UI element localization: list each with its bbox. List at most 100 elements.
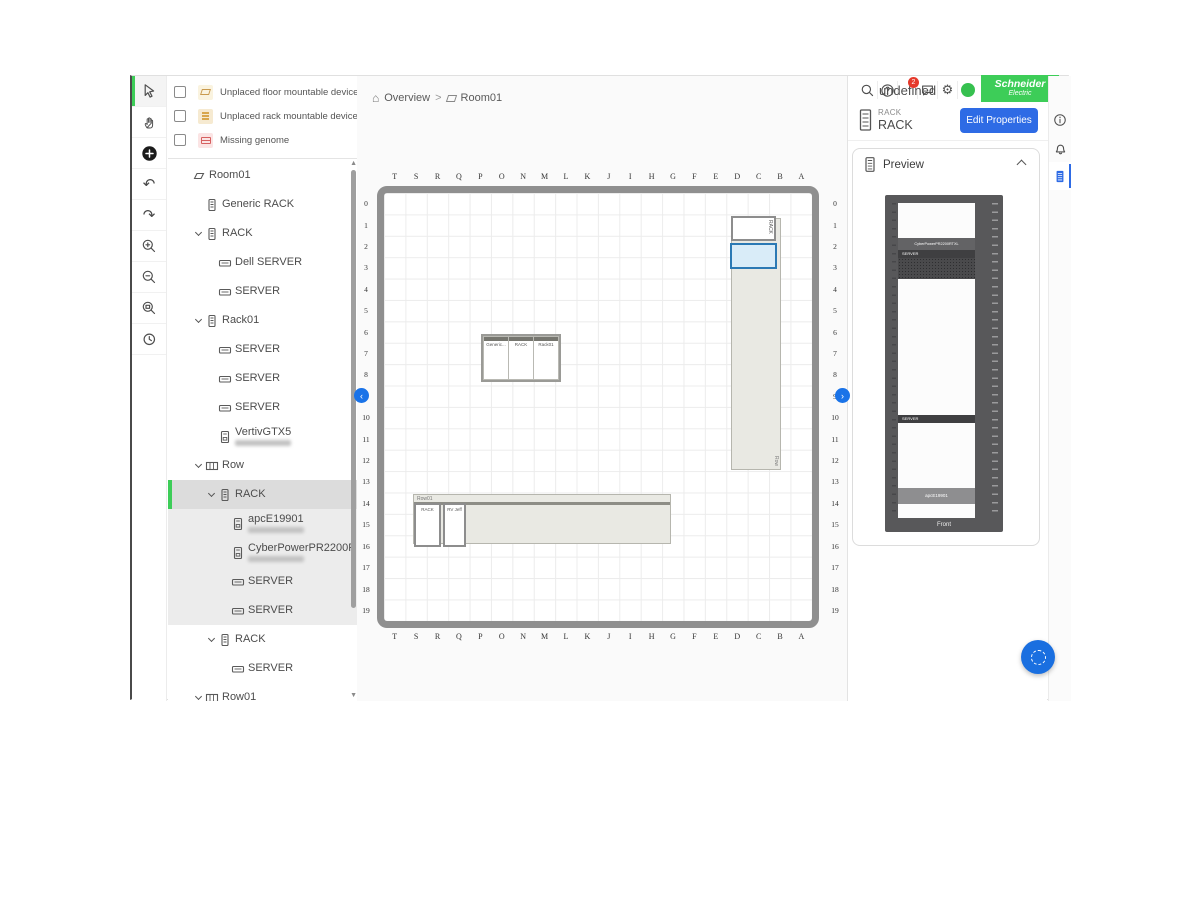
grid-row-label: 4 — [827, 279, 843, 300]
rack-object[interactable]: RACK — [509, 337, 533, 379]
feedback-button[interactable] — [918, 81, 938, 99]
grid-column-label: D — [727, 172, 748, 181]
rack-object-selected[interactable] — [730, 243, 777, 269]
redo-tool-button[interactable]: ↷ — [132, 200, 166, 231]
tree-item-row[interactable]: Row — [168, 451, 357, 480]
undo-tool-button[interactable]: ↶ — [132, 169, 166, 200]
zoom-in-tool-button[interactable] — [132, 231, 166, 262]
legend-label: Unplaced floor mountable devices — [220, 87, 357, 98]
chevron-down-icon[interactable] — [205, 634, 217, 646]
chevron-down-icon[interactable] — [192, 692, 204, 702]
account-icon — [961, 83, 975, 97]
zoom-selection-tool-button[interactable] — [132, 293, 166, 324]
tree-item-dell-server[interactable]: Dell SERVER — [168, 248, 357, 277]
tree-item-server[interactable]: SERVER — [168, 364, 357, 393]
preview-card: Preview CyberPowerPR2200RTXL SERVER SERV… — [852, 148, 1040, 546]
chevron-down-icon — [218, 547, 230, 559]
tree-item-row01[interactable]: Row01 — [168, 683, 357, 701]
rack-object[interactable]: RV Jeff — [443, 503, 466, 547]
floor-canvas[interactable]: ⌂ Overview > Room01 TSRQPONMLKJIHGFEDCBA… — [357, 76, 847, 701]
add-tool-button[interactable] — [132, 138, 166, 169]
tree-item-label: SERVER — [248, 605, 293, 616]
tree-item-apce19901[interactable]: apcE19901 — [168, 509, 357, 538]
tree-item-vertivgtx5[interactable]: VertivGTX5 — [168, 422, 357, 451]
rack-object[interactable]: Rack01 — [534, 337, 558, 379]
grid-row-label: 8 — [358, 364, 374, 385]
ups-icon — [230, 546, 246, 560]
ups-icon — [230, 517, 246, 531]
tree-item-server[interactable]: SERVER — [168, 335, 357, 364]
grid-column-label: I — [619, 632, 640, 641]
grid-column-label: Q — [448, 172, 469, 181]
legend-item-floor-device[interactable]: Unplaced floor mountable devices — [168, 80, 357, 104]
rack-object[interactable]: Generic... — [484, 337, 508, 379]
tree-item-label: Room01 — [209, 170, 251, 181]
object-type-label: RACK — [878, 108, 901, 117]
tree-item-server[interactable]: SERVER — [168, 654, 357, 683]
checkbox[interactable] — [174, 134, 186, 146]
grid-row-label: 3 — [827, 257, 843, 278]
grid-column-label: R — [427, 172, 448, 181]
rack-group[interactable]: Generic... RACK Rack01 — [481, 334, 561, 382]
tree-item-server[interactable]: SERVER — [168, 596, 357, 625]
grid-row-label: 3 — [358, 257, 374, 278]
tree-item-rack[interactable]: RACK — [168, 480, 357, 509]
logo-line1: Schneider — [995, 80, 1046, 89]
chevron-down-icon[interactable] — [192, 315, 204, 327]
notifications-button[interactable]: undefined2 — [898, 81, 918, 99]
tree-item-rack[interactable]: RACK — [168, 219, 357, 248]
rack-icon — [217, 488, 233, 502]
legend-item-rack-device[interactable]: Unplaced rack mountable devices — [168, 104, 357, 128]
tree-item-room01[interactable]: Room01 — [168, 161, 357, 190]
tree-item-cyberpowerpr2200r[interactable]: CyberPowerPR2200R... — [168, 538, 357, 567]
history-tool-button[interactable] — [132, 324, 166, 355]
page: ↶↷ Unplaced floor mountable devices Unpla… — [0, 0, 1200, 900]
grid-columns-top: TSRQPONMLKJIHGFEDCBA — [384, 172, 812, 181]
side-tab-rack[interactable] — [1049, 162, 1071, 190]
checkbox[interactable] — [174, 86, 186, 98]
help-fab-button[interactable] — [1021, 640, 1055, 674]
scrollbar-thumb[interactable] — [351, 170, 356, 608]
tree-item-server[interactable]: SERVER — [168, 567, 357, 596]
feedback-icon — [920, 83, 935, 98]
expand-right-panel-button[interactable]: › — [835, 388, 850, 403]
select-tool-button[interactable] — [132, 76, 166, 107]
grid-row-label: 1 — [827, 214, 843, 235]
grid-column-label: J — [598, 632, 619, 641]
tree-item-server[interactable]: SERVER — [168, 393, 357, 422]
chevron-down-icon[interactable] — [192, 228, 204, 240]
settings-button[interactable]: ⚙ — [938, 81, 958, 99]
rack-object[interactable]: RACK — [414, 503, 441, 547]
tree-item-rack01[interactable]: Rack01 — [168, 306, 357, 335]
collapse-left-panel-button[interactable]: ‹ — [354, 388, 369, 403]
server-icon — [230, 604, 246, 618]
account-button[interactable] — [958, 81, 978, 99]
side-tab-alarms[interactable] — [1049, 134, 1071, 162]
chevron-up-icon[interactable] — [1017, 160, 1027, 170]
zoom-out-tool-button[interactable] — [132, 262, 166, 293]
grid-column-label: B — [769, 632, 790, 641]
tree-item-server[interactable]: SERVER — [168, 277, 357, 306]
chevron-down-icon[interactable] — [205, 489, 217, 501]
breadcrumb-overview[interactable]: Overview — [384, 92, 430, 104]
edit-properties-button[interactable]: Edit Properties — [960, 108, 1038, 133]
tree-item-generic-rack[interactable]: Generic RACK — [168, 190, 357, 219]
search-button[interactable] — [858, 81, 878, 99]
chevron-down-icon[interactable] — [192, 460, 204, 472]
rack-front-label: Front — [885, 522, 1003, 528]
tree-scrollbar[interactable]: ▲ ▼ — [350, 164, 356, 701]
legend-item-missing-genome[interactable]: Missing genome — [168, 128, 357, 152]
checkbox[interactable] — [174, 110, 186, 122]
side-tab-info[interactable] — [1049, 106, 1071, 134]
tree-item-rack[interactable]: RACK — [168, 625, 357, 654]
rack-device-icon — [198, 109, 213, 124]
scroll-up-icon[interactable]: ▲ — [350, 160, 357, 167]
chevron-down-icon — [179, 170, 191, 182]
grid-column-label: O — [491, 172, 512, 181]
scroll-down-icon[interactable]: ▼ — [350, 692, 357, 699]
pan-tool-button[interactable] — [132, 107, 166, 138]
chevron-down-icon — [218, 518, 230, 530]
grid-row-label: 5 — [827, 300, 843, 321]
rack-object[interactable]: RACK — [731, 216, 776, 241]
preview-title: Preview — [883, 159, 924, 171]
